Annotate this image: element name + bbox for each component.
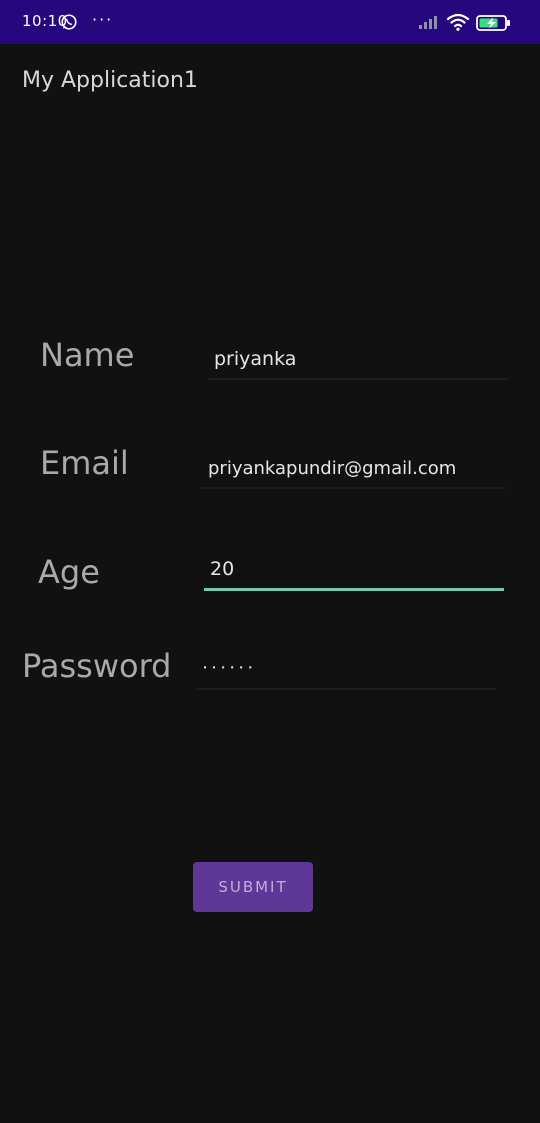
submit-button[interactable]: SUBMIT	[193, 862, 313, 912]
signal-icon	[419, 16, 437, 29]
age-label: Age	[38, 553, 100, 591]
battery-icon	[476, 15, 510, 31]
email-input[interactable]	[202, 457, 506, 489]
password-input[interactable]	[196, 656, 496, 690]
name-input[interactable]	[208, 348, 508, 380]
app-screen: 10:10 ··· My Application1 Name priyanka …	[0, 0, 540, 1123]
wifi-icon	[446, 13, 470, 31]
name-label: Name	[40, 336, 135, 374]
age-input[interactable]	[204, 557, 504, 591]
more-icon: ···	[92, 10, 114, 29]
whatsapp-icon	[61, 14, 77, 30]
app-title: My Application1	[22, 68, 198, 93]
password-label: Password	[22, 647, 172, 685]
email-label: Email	[40, 444, 129, 482]
status-bar: 10:10 ···	[0, 0, 540, 44]
